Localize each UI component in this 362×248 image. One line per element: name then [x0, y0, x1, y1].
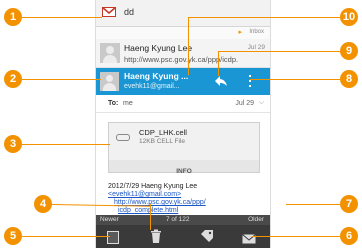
- message-date: Jul 29: [235, 100, 254, 107]
- callout-line: [188, 17, 340, 18]
- reply-icon: [215, 76, 227, 86]
- thread-item[interactable]: Haeng Kyung Lee Jul 29 http://www.psc.go…: [96, 39, 270, 68]
- callout-line: [22, 144, 110, 145]
- delete-button[interactable]: [150, 229, 162, 244]
- callout-leader: [188, 17, 189, 75]
- body-link-continued[interactable]: icdp_complete.html: [118, 207, 178, 214]
- callout-badge: 2: [4, 70, 22, 88]
- app-header: dd: [96, 0, 270, 27]
- callout-line: [22, 236, 110, 237]
- trash-icon: [151, 229, 161, 243]
- reply-button[interactable]: [214, 74, 228, 88]
- older-button[interactable]: Older: [248, 216, 264, 223]
- thread-date: Jul 29: [247, 44, 265, 51]
- callout-line: [252, 236, 340, 237]
- attachment-info-button[interactable]: INFO: [108, 160, 260, 175]
- callout-badge: 9: [340, 42, 358, 60]
- attachment-card[interactable]: CDP_LHK.cell 12KB CELL File: [108, 122, 260, 161]
- avatar-head: [106, 75, 113, 82]
- callout-badge: 8: [340, 70, 358, 88]
- conversation-title: dd: [124, 7, 135, 17]
- body-email-link[interactable]: <evehk11@gmail.com>: [108, 191, 181, 198]
- message-sender-email: evehk11@gmail...: [124, 83, 180, 90]
- to-label: To:: [108, 100, 119, 107]
- more-options-button[interactable]: [246, 74, 254, 89]
- email-screen: dd ▸ Inbox Haeng Kyung Lee Jul 29 http:/…: [95, 0, 271, 248]
- callout-badge: 3: [4, 135, 22, 153]
- message-counter: 7 of 122: [166, 216, 190, 223]
- tag-icon: [201, 230, 213, 242]
- message-sender: Haeng Kyung ...: [124, 71, 189, 81]
- callout-badge: 5: [4, 227, 22, 245]
- callout-line: [100, 79, 101, 80]
- avatar-body: [103, 83, 116, 91]
- callout-badge: 7: [340, 195, 358, 213]
- info-button-label: INFO: [176, 168, 192, 175]
- inbox-label[interactable]: Inbox: [249, 29, 264, 35]
- callout-badge: 1: [4, 8, 22, 26]
- callout-leader: [150, 204, 151, 230]
- gmail-icon: [101, 6, 117, 17]
- recipient-row[interactable]: To: me Jul 29 ⌵: [96, 96, 270, 113]
- avatar[interactable]: [100, 43, 120, 63]
- callout-line: [22, 79, 100, 80]
- thread-preview: http://www.psc.gov.yk.ca/ppp/icdp.: [124, 55, 239, 64]
- thread-sender: Haeng Kyung Lee: [124, 43, 193, 53]
- chevron-down-icon[interactable]: ⌵: [259, 99, 264, 107]
- attachment-name: CDP_LHK.cell: [139, 128, 187, 137]
- navigation-bar: Newer 7 of 122 Older: [96, 215, 270, 225]
- callout-badge: 4: [34, 195, 52, 213]
- labels-button[interactable]: [200, 229, 214, 243]
- callout-line: [286, 204, 340, 205]
- callout-line: [218, 51, 340, 52]
- callout-leader: [218, 51, 219, 76]
- label-bar: ▸ Inbox: [96, 27, 270, 39]
- archive-icon: [107, 231, 119, 244]
- selected-message-header[interactable]: Haeng Kyung ... evehk11@gmail...: [96, 68, 270, 95]
- callout-leader: [286, 204, 287, 205]
- to-value: me: [123, 100, 133, 107]
- gmail-logo[interactable]: [101, 5, 117, 19]
- callout-line: [22, 17, 102, 18]
- callout-badge: 6: [340, 227, 358, 245]
- newer-button[interactable]: Newer: [100, 216, 119, 223]
- attachment-info: 12KB CELL File: [139, 138, 186, 145]
- paperclip-icon: [116, 134, 130, 141]
- action-bar: [96, 225, 270, 248]
- avatar-body: [103, 55, 117, 63]
- avatar-head: [106, 46, 114, 54]
- callout-badge: 10: [340, 8, 358, 26]
- label-tag-icon: ▸: [238, 29, 242, 36]
- avatar[interactable]: [100, 72, 119, 91]
- callout-line: [250, 79, 340, 80]
- overflow-menu-icon: [249, 75, 251, 77]
- body-line: 2012/7/29 Haeng Kyung Lee: [108, 183, 198, 190]
